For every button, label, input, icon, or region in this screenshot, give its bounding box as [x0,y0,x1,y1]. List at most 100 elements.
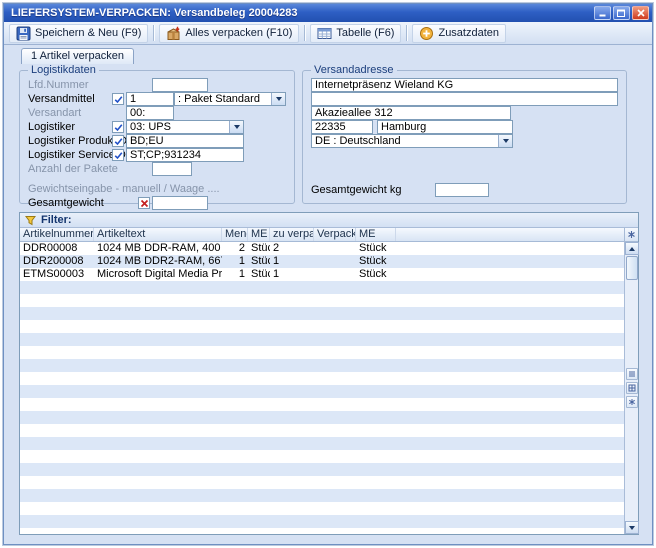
cell-artikeltext: 1024 MB DDR-RAM, 400 MHz, PC-3200, Elixi… [94,242,222,255]
titlebar[interactable]: LIEFERSYSTEM-VERPACKEN: Versandbeleg 200… [4,4,652,22]
column-header-zu-verpacken[interactable]: zu verpacke [270,228,314,241]
zusatzdaten-label: Zusatzdaten [438,27,499,39]
produktid-row: Logistiker ProduktID [28,134,286,148]
address-name2-input[interactable] [311,92,618,106]
anzahl-pakete-row: Anzahl der Pakete [28,162,286,176]
chevron-down-icon [234,125,240,129]
close-icon [637,9,645,17]
table-icon [317,26,332,41]
produktid-input[interactable] [126,134,244,148]
scrollbar-track[interactable] [625,280,638,366]
column-header-artikelnummer[interactable]: Artikelnummer [20,228,94,241]
grid-tool-button-1[interactable] [626,368,638,380]
versandart-input[interactable] [126,106,174,120]
maximize-icon [617,9,626,17]
grid-tool-button-3[interactable] [626,396,638,408]
tab-artikel-verpacken[interactable]: 1 Artikel verpacken [21,48,134,64]
table-row[interactable]: ETMS00003 Microsoft Digital Media Pro Ke… [20,268,624,281]
serviceid-check-button[interactable] [112,149,124,161]
address-weight-input[interactable] [435,183,489,197]
column-header-artikeltext[interactable]: Artikeltext [94,228,222,241]
scroll-down-button[interactable] [625,521,639,534]
country-dropdown-button[interactable] [498,135,512,147]
toolbar-separator [406,25,407,41]
cell-me-2: Stück [356,242,396,255]
versandmittel-dropdown-button[interactable] [271,93,285,105]
table-row[interactable]: DDR200008 1024 MB DDR2-RAM, 667 MHz, PC2… [20,255,624,268]
gesamtgewicht-input[interactable] [152,196,208,210]
address-zip-input[interactable] [311,120,373,134]
logistiker-check-button[interactable] [112,121,124,133]
column-header-verpackt[interactable]: Verpackt [314,228,356,241]
cell-menge: 1 [222,255,248,268]
anzahl-pakete-label: Anzahl der Pakete [28,163,112,175]
address-name-input[interactable] [311,78,618,92]
toolbar: Speichern & Neu (F9) Alles verpacken (F1… [4,22,652,45]
cell-me-1: Stück [248,268,270,281]
window-title: LIEFERSYSTEM-VERPACKEN: Versandbeleg 200… [11,7,592,19]
scroll-up-button[interactable] [625,242,639,255]
versandmittel-check-button[interactable] [112,93,124,105]
cell-menge: 2 [222,242,248,255]
cell-artikelnummer: DDR200008 [20,255,94,268]
form-area: Logistikdaten Lfd.Nummer Versandmittel :… [19,64,627,204]
zusatzdaten-button[interactable]: Zusatzdaten [412,24,506,43]
cell-zu-verpacken: 2 [270,242,314,255]
produktid-check-button[interactable] [112,135,124,147]
grid-side-tools [626,366,638,410]
lfd-nummer-input[interactable] [152,78,208,92]
address-weight-label: Gesamtgewicht kg [311,184,435,196]
address-country-row: DE : Deutschland [311,134,618,148]
close-button[interactable] [632,6,649,20]
app-window: LIEFERSYSTEM-VERPACKEN: Versandbeleg 200… [3,3,653,545]
column-header-filler [396,228,624,241]
column-header-menge[interactable]: Menge [222,228,248,241]
filter-bar: Filter: [20,213,638,228]
cell-verpackt [314,242,356,255]
logistiker-combo[interactable]: 03: UPS [126,120,244,134]
serviceid-input[interactable] [126,148,244,162]
versandmittel-combo[interactable]: : Paket Standard [174,92,286,106]
address-street-input[interactable] [311,106,511,120]
scrollbar-track-lower[interactable] [625,410,638,521]
save-new-button[interactable]: Speichern & Neu (F9) [9,24,148,43]
article-rows: DDR00008 1024 MB DDR-RAM, 400 MHz, PC-32… [20,242,624,534]
gewicht-section-label: Gewichtseingabe - manuell / Waage .... [28,183,220,195]
address-name2-row [311,92,618,106]
package-icon [166,26,181,41]
toolbar-separator [153,25,154,41]
versandmittel-label: Versandmittel [28,93,112,105]
logistikdaten-group: Logistikdaten Lfd.Nummer Versandmittel :… [19,64,295,204]
versandadresse-group: Versandadresse DE : Deutschla [302,64,627,204]
check-icon [114,151,123,160]
minimize-button[interactable] [594,6,611,20]
grid-options-button[interactable] [624,228,638,241]
column-header-me-2[interactable]: ME [356,228,396,241]
pack-all-button[interactable]: Alles verpacken (F10) [159,24,299,43]
vertical-scrollbar[interactable] [624,242,638,534]
arrow-up-icon [629,247,635,251]
filter-icon[interactable] [25,215,36,226]
scrollbar-thumb[interactable] [626,256,638,280]
maximize-button[interactable] [613,6,630,20]
versandart-label: Versandart [28,107,112,119]
logistiker-combo-value: 03: UPS [127,121,229,133]
grid-body: DDR00008 1024 MB DDR-RAM, 400 MHz, PC-32… [20,242,638,534]
anzahl-pakete-input[interactable] [152,162,192,176]
grid-header: Artikelnummer Artikeltext Menge ME zu ve… [20,228,638,242]
gesamtgewicht-row: Gesamtgewicht [28,196,286,210]
column-header-me-1[interactable]: ME [248,228,270,241]
gesamtgewicht-cross-button[interactable] [138,197,150,209]
table-button[interactable]: Tabelle (F6) [310,24,401,43]
cell-me-1: Stück [248,255,270,268]
country-combo[interactable]: DE : Deutschland [311,134,513,148]
grid-tool-button-2[interactable] [626,382,638,394]
serviceid-label: Logistiker ServiceID [28,149,112,161]
address-name-row [311,78,618,92]
save-icon [16,26,31,41]
address-city-input[interactable] [377,120,513,134]
versandmittel-input[interactable] [126,92,174,106]
logistiker-dropdown-button[interactable] [229,121,243,133]
table-row[interactable]: DDR00008 1024 MB DDR-RAM, 400 MHz, PC-32… [20,242,624,255]
versandmittel-row: Versandmittel : Paket Standard [28,92,286,106]
